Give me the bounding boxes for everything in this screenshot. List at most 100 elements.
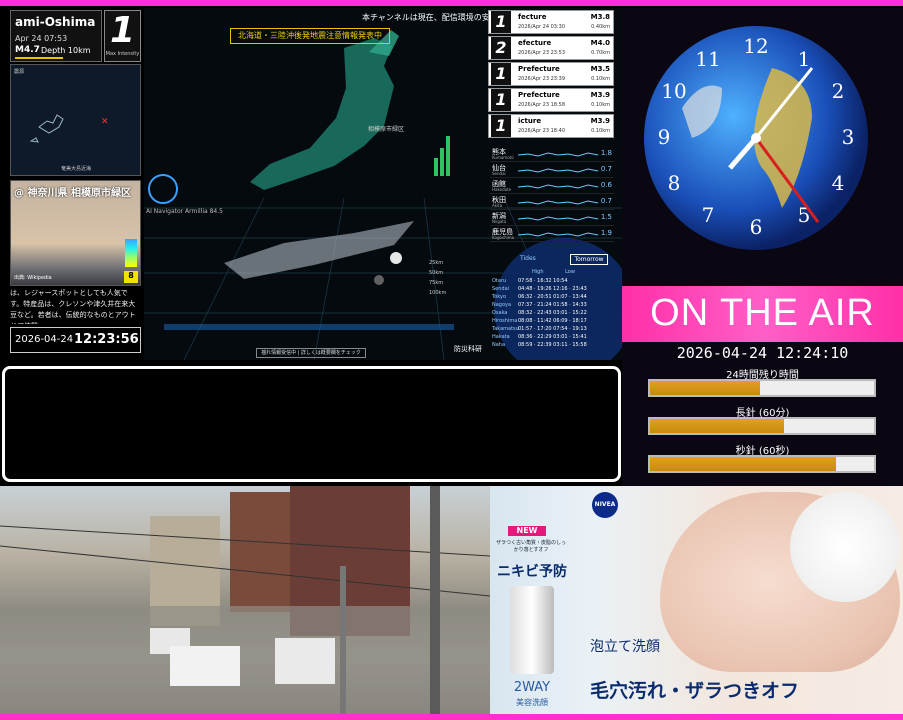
digital-datetime: 2026-04-24 12:24:10	[676, 344, 849, 362]
quake-intensity: 1	[491, 115, 511, 137]
foam-image	[790, 492, 900, 602]
tide-row: Hiroshima08:08 · 11:42 06:09 · 18:17	[492, 318, 587, 324]
station-value: 0.7	[600, 197, 612, 205]
map-footer-notice: 揺れ情報受信中 | 詳しくは概要欄をチェック	[256, 348, 366, 358]
quake-list-item: 1 Prefecture 2026/Apr 23 18:58 M3.9 0.10…	[488, 88, 614, 112]
svg-text:4: 4	[832, 171, 845, 195]
tide-city: Hakata	[492, 334, 510, 340]
intensity-scale	[125, 239, 137, 267]
nied-brand: 防災科研	[454, 345, 482, 353]
bottom-border	[0, 714, 903, 720]
tide-row: Nagoya 07:37 · 21:24 01:58 · 14:33	[492, 302, 587, 308]
island-outline	[29, 114, 64, 143]
intensity-level-badge: 8	[124, 271, 138, 283]
quake-intensity: 1	[491, 63, 511, 85]
epicenter-minimap: 震源 ✕ 奄美大島近海	[10, 64, 141, 176]
recent-quakes-list: 1 fecture 2026/Apr 24 03:30 M3.8 0.40km 2…	[488, 10, 614, 140]
tide-row: Naha 08:59 · 22:39 03:11 · 15:58	[492, 342, 587, 348]
caption-box	[2, 366, 621, 482]
new-badge: NEW	[508, 526, 546, 536]
quake-depth-value: 0.10km	[591, 102, 610, 108]
station-name-en: Sendai	[492, 171, 506, 176]
tide-times: 04:48 · 19:26 12:16 · 23:43	[518, 286, 587, 292]
station-row: 秋田 Akita 0.7	[490, 194, 614, 210]
tide-city: Sendai	[492, 286, 510, 292]
quake-mag: M3.8	[590, 13, 610, 21]
station-readings: 熊本 Kumamoto 1.8 仙台 Sendai 0.7 函館 Hakodate …	[490, 146, 614, 242]
on-the-air-text: ON THE AIR	[650, 292, 875, 334]
svg-text:1: 1	[798, 47, 811, 71]
station-waveform	[518, 184, 598, 189]
tide-row: Otaru 07:58 · 16:32 10:54	[492, 278, 568, 284]
quake-list-item: 1 fecture 2026/Apr 24 03:30 M3.8 0.40km	[488, 10, 614, 34]
tide-label: Tides	[520, 255, 536, 262]
svg-text:12: 12	[743, 34, 768, 58]
svg-text:3: 3	[842, 125, 855, 149]
distance-label: 100km	[429, 290, 447, 296]
svg-text:6: 6	[750, 215, 763, 239]
tide-header: High Low	[532, 269, 575, 275]
quake-place: Prefecture	[518, 91, 560, 99]
tide-times: 08:36 · 22:29 03:01 · 15:41	[518, 334, 587, 340]
tide-city: Nagoya	[492, 302, 512, 308]
live-camera-thumbnail: @ 神奈川県 相模原市緑区 8 出典: Wikipedia	[10, 180, 141, 286]
quake-place: Prefecture	[518, 65, 560, 73]
tide-city: Tokyo	[492, 294, 506, 300]
tide-city: Hiroshima	[492, 318, 518, 324]
station-name-en: Niigata	[492, 219, 507, 224]
tomorrow-button[interactable]: Tomorrow	[570, 254, 608, 265]
quake-depth-value: 0.40km	[591, 24, 610, 30]
ad-beauty-wash: 美容洗顔	[516, 698, 548, 707]
tide-row: Takamatsu01:57 · 17:20 07:54 · 19:13	[492, 326, 587, 332]
station-row: 新潟 Niigata 1.5	[490, 210, 614, 226]
quake-list-item: 1 icture 2026/Apr 23 18:40 M3.9 0.10km	[488, 114, 614, 138]
quake-list-item: 1 Prefecture 2026/Apr 23 23:39 M3.5 0.10…	[488, 62, 614, 86]
tide-city: Osaka	[492, 310, 508, 316]
quake-place: fecture	[518, 13, 547, 21]
tide-times: 07:37 · 21:24 01:58 · 14:33	[518, 302, 587, 308]
station-row: 熊本 Kumamoto 1.8	[490, 146, 614, 162]
photo-title: @ 神奈川県 相模原市緑区	[14, 188, 131, 199]
station-waveform	[518, 152, 598, 157]
ad-foam-wash: 泡立て洗顔	[590, 639, 660, 655]
product-tube-image	[510, 586, 554, 674]
quake-depth-value: 0.10km	[591, 76, 610, 82]
tide-row: Tokyo 06:32 · 20:51 01:07 · 13:44	[492, 294, 587, 300]
tide-row: Sendai 04:48 · 19:26 12:16 · 23:43	[492, 286, 587, 292]
station-value: 1.8	[600, 149, 612, 157]
region-map-label: 相模原市緑区	[368, 126, 405, 133]
local-time: 12:23:56	[74, 332, 139, 347]
distance-label: 75km	[429, 280, 444, 286]
quake-mag: M4.0	[590, 39, 610, 47]
tide-times: 08:08 · 11:42 06:09 · 18:17	[518, 318, 587, 324]
progress-fill	[650, 457, 836, 471]
svg-text:10: 10	[661, 79, 686, 103]
quake-datetime: 2026/Apr 24 03:30	[518, 24, 566, 30]
station-row: 仙台 Sendai 0.7	[490, 162, 614, 178]
quake-depth-value: 0.70km	[591, 50, 610, 56]
ai-navigator-label: AI Navigator Armillia 84.5	[146, 208, 223, 215]
nivea-advertisement: NIVEA NEW ザラつく古い角質・皮脂のしっかり落とすオフ ニキビ予防 2W…	[490, 486, 903, 714]
quake-place: icture	[518, 117, 542, 125]
on-the-air-banner: ON THE AIR	[622, 286, 903, 342]
broadcast-ticker: 本チャンネルは現在、配信環境の安定	[362, 13, 498, 22]
tide-times: 08:32 · 22:43 03:01 · 15:22	[518, 310, 587, 316]
tide-times: 07:58 · 16:32 10:54	[518, 278, 568, 284]
ad-headline: 毛穴汚れ・ザラつきオフ	[590, 680, 800, 702]
quake-datetime: 2026/Apr 23 18:58	[518, 102, 566, 108]
quake-depth: Depth 10km	[41, 46, 91, 55]
quake-datetime: 2026/Apr 23 18:40	[518, 128, 566, 134]
station-waveform	[518, 216, 598, 221]
station-row: 鹿児島 Kagoshima 1.9	[490, 226, 614, 242]
street-scene	[0, 486, 490, 714]
svg-text:2: 2	[832, 79, 845, 103]
station-name-en: Kumamoto	[492, 155, 514, 160]
aftershock-alert-banner: 北海道・三陸沖後発地震注意情報発表中	[230, 28, 390, 44]
station-value: 0.7	[600, 165, 612, 173]
nivea-logo: NIVEA	[592, 492, 618, 518]
tide-city: Takamatsu	[492, 326, 519, 332]
quake-place: efecture	[518, 39, 552, 47]
station-value: 1.9	[600, 229, 612, 237]
ad-small-copy: ザラつく古い角質・皮脂のしっかり落とすオフ	[496, 540, 567, 553]
distance-label: 50km	[429, 270, 444, 276]
